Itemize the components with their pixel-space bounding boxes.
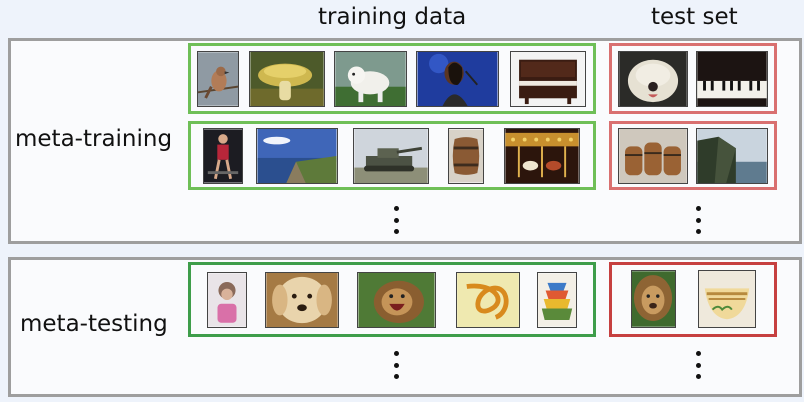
ellipsis-meta-training-test xyxy=(695,206,701,234)
thumbnail-barrel xyxy=(448,128,484,184)
thumbnail-white-dog xyxy=(334,51,407,107)
thumbnail-carousel xyxy=(504,128,580,184)
thumbnail-piano-keys xyxy=(696,51,768,107)
thumbnail-girl xyxy=(207,272,247,328)
header-test-set: test set xyxy=(651,4,738,30)
ellipsis-meta-testing-test xyxy=(695,351,701,379)
thumbnail-piano xyxy=(510,51,586,107)
row-label-meta-testing: meta-testing xyxy=(20,311,168,337)
thumbnail-bird xyxy=(197,51,239,107)
thumbnail-ocean-cliffs xyxy=(256,128,338,184)
thumbnail-knot xyxy=(456,272,520,328)
thumbnail-bowl xyxy=(698,270,756,328)
thumbnail-shaggy-dog xyxy=(618,51,688,107)
thumbnail-tank xyxy=(353,128,429,184)
ellipsis-meta-testing-train xyxy=(393,351,399,379)
thumbnail-singer xyxy=(416,51,499,107)
thumbnail-golden-retriever xyxy=(265,272,339,328)
thumbnail-gymnast xyxy=(203,128,243,184)
thumbnail-sea-cliffs xyxy=(696,128,768,184)
thumbnail-mushroom xyxy=(249,51,325,107)
row-label-meta-training: meta-training xyxy=(15,126,173,152)
thumbnail-bowls xyxy=(537,272,577,328)
thumbnail-lion xyxy=(631,270,676,328)
header-training-data: training data xyxy=(318,4,467,30)
thumbnail-barrels xyxy=(618,128,688,184)
thumbnail-lion-roaring xyxy=(357,272,436,328)
ellipsis-meta-training-train xyxy=(393,206,399,234)
